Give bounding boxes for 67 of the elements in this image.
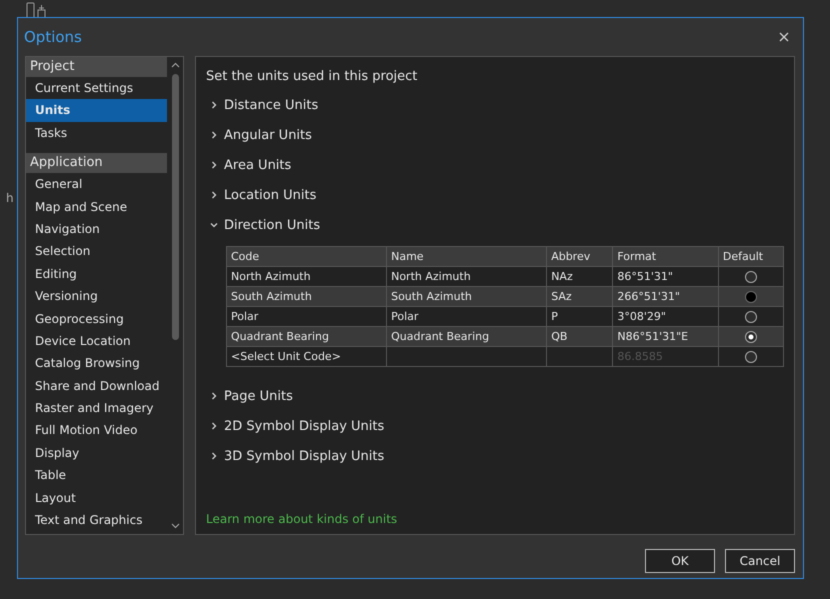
background-text: h (6, 191, 14, 205)
sidebar-item[interactable]: Raster and Imagery (26, 397, 167, 420)
radio-button[interactable] (744, 290, 757, 303)
dialog-button[interactable]: OK (645, 549, 715, 573)
sidebar-item[interactable]: General (26, 173, 167, 196)
sidebar-item[interactable]: Editing (26, 262, 167, 286)
column-header: Name (386, 246, 547, 266)
expander[interactable]: Angular Units (206, 120, 318, 150)
scroll-thumb[interactable] (172, 74, 178, 340)
sidebar-item[interactable]: Map and Scene (26, 196, 167, 218)
sidebar-item[interactable]: Full Motion Video (26, 419, 167, 442)
expander[interactable]: 2D Symbol Display Units (206, 411, 390, 441)
sidebar-item[interactable]: Device Location (26, 330, 167, 352)
expander[interactable]: Distance Units (206, 90, 324, 120)
table-cell: N86°51'31"E (612, 326, 718, 346)
table-cell: Quadrant Bearing (386, 326, 547, 346)
chevron-icon (210, 161, 218, 169)
expander[interactable]: Direction Units (206, 210, 326, 240)
sidebar-item[interactable]: Tasks (26, 122, 167, 144)
table-cell: SAz (546, 286, 613, 306)
dialog-button[interactable]: Cancel (725, 549, 795, 573)
table-cell: South Azimuth (386, 286, 547, 306)
sidebar-item[interactable]: Catalog Browsing (26, 352, 167, 375)
column-header: Abbrev (546, 246, 613, 266)
column-header: Format (612, 246, 718, 266)
radio-button[interactable] (744, 350, 757, 363)
chevron-icon (210, 191, 218, 199)
column-header: Code (226, 246, 387, 266)
section-heading: Set the units used in this project (206, 69, 418, 84)
close-icon (779, 32, 789, 42)
expander[interactable]: Location Units (206, 180, 322, 210)
scroll-down-icon[interactable] (170, 523, 180, 529)
chevron-icon (210, 221, 218, 229)
sidebar-item[interactable]: Display (26, 442, 167, 464)
expander[interactable]: Area Units (206, 150, 298, 180)
chevron-icon (210, 131, 218, 139)
scroll-up-icon[interactable] (170, 62, 180, 68)
buildings-icon (26, 2, 48, 19)
expander[interactable]: Page Units (206, 381, 299, 411)
radio-button[interactable] (744, 270, 757, 283)
radio-button[interactable] (744, 310, 757, 323)
chevron-icon (210, 101, 218, 109)
table-cell: 266°51'31" (612, 286, 718, 306)
help-link[interactable]: Learn more about kinds of units (206, 512, 398, 526)
table-cell[interactable]: <Select Unit Code> (226, 346, 387, 366)
sidebar-item[interactable]: Units (26, 99, 167, 122)
sidebar-item[interactable]: Text and Graphics (26, 509, 167, 532)
table-cell: South Azimuth (226, 286, 387, 306)
chevron-icon (210, 422, 218, 430)
expander[interactable]: 3D Symbol Display Units (206, 441, 390, 471)
sidebar-item[interactable]: Geoprocessing (26, 308, 167, 330)
window-title: Options (24, 28, 82, 46)
group-header: Project (26, 57, 167, 77)
radio-button[interactable] (744, 330, 757, 343)
table-cell: Quadrant Bearing (226, 326, 387, 346)
sidebar-item[interactable]: Versioning (26, 285, 167, 308)
sidebar-item[interactable]: Share and Download (26, 374, 167, 398)
sidebar-item[interactable]: Current Settings (26, 77, 167, 100)
sidebar-item[interactable]: Selection (26, 240, 167, 263)
column-header: Default (718, 246, 784, 266)
sidebar-item[interactable]: Layout (26, 486, 167, 510)
chevron-icon (210, 452, 218, 460)
group-header: Application (26, 153, 167, 174)
sidebar-item[interactable]: Navigation (26, 218, 167, 240)
table-cell: QB (546, 326, 613, 346)
sidebar-item[interactable]: Table (26, 464, 167, 487)
chevron-icon (210, 392, 218, 400)
